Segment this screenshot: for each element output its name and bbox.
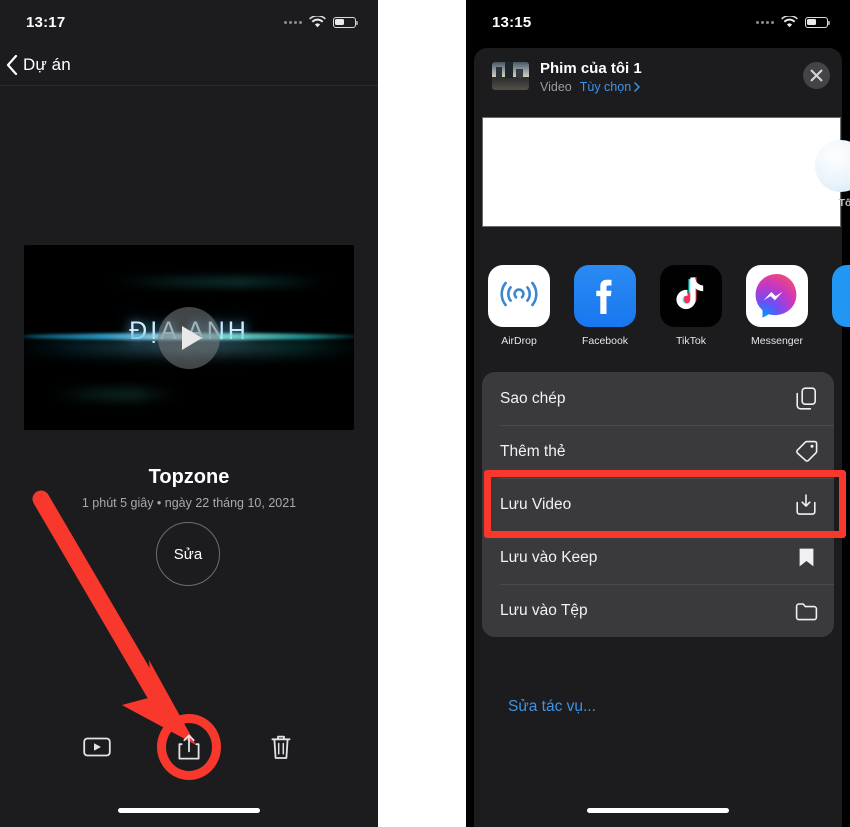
light-streak-bottom — [43, 391, 183, 398]
share-target-label: Facebook — [581, 335, 629, 347]
tag-icon — [794, 440, 818, 464]
tiktok-icon — [660, 265, 722, 327]
battery-icon — [805, 16, 831, 28]
signal-dots-icon — [756, 20, 774, 24]
trash-icon[interactable] — [266, 732, 296, 762]
share-actions-card: Sao chép Thêm thẻ Lưu Video Lưu vào Keep… — [482, 372, 834, 637]
edit-actions-link[interactable]: Sửa tác vụ... — [508, 698, 596, 716]
media-subtitle: 1 phút 5 giây • ngày 22 tháng 10, 2021 — [81, 496, 297, 510]
share-target-messenger[interactable]: Messenger — [746, 265, 808, 347]
action-luu-video[interactable]: Lưu Video — [482, 478, 834, 531]
edit-button[interactable]: Sửa — [156, 522, 220, 586]
wifi-icon — [781, 16, 798, 28]
share-options-label: Tùy chọn — [579, 80, 632, 94]
left-phone-screen: 13:17 Dự án ĐỊA A — [0, 0, 378, 827]
action-label: Sao chép — [500, 389, 566, 407]
status-time: 13:15 — [492, 13, 532, 31]
action-sao-chep[interactable]: Sao chép — [482, 372, 834, 425]
action-label: Thêm thẻ — [500, 442, 566, 460]
play-rect-icon[interactable] — [82, 732, 112, 762]
share-item-type: Video — [540, 80, 572, 94]
share-target-label: Messenger — [751, 335, 803, 347]
action-label: Lưu Video — [500, 495, 572, 513]
back-label: Dự án — [23, 54, 71, 74]
back-button[interactable]: Dự án — [6, 54, 71, 75]
action-label: Lưu vào Keep — [500, 548, 598, 566]
video-preview[interactable]: ĐỊA ANH — [24, 245, 354, 430]
action-luu-vao-tep[interactable]: Lưu vào Tệp — [482, 584, 834, 637]
left-status-bar: 13:17 — [0, 0, 378, 44]
facebook-icon — [574, 265, 636, 327]
status-indicators — [284, 16, 359, 28]
right-phone-screen: 13:15 Phim của tôi 1 Video Tùy chọn Sửa … — [466, 0, 850, 827]
share-target-partial[interactable] — [832, 265, 850, 327]
signal-dots-icon — [284, 20, 302, 24]
share-icon[interactable] — [174, 732, 204, 762]
copy-icon — [794, 387, 818, 411]
action-luu-vao-keep[interactable]: Lưu vào Keep — [482, 531, 834, 584]
chevron-left-icon — [6, 54, 18, 75]
messenger-icon — [746, 265, 808, 327]
avatar — [815, 140, 850, 192]
folder-icon — [794, 599, 818, 623]
airdrop-icon — [488, 265, 550, 327]
share-target-label: TikTok — [676, 335, 706, 347]
share-item-meta: Phim của tôi 1 Video Tùy chọn — [540, 58, 792, 94]
page-title: Topzone — [148, 466, 230, 488]
partial-app-icon — [832, 265, 850, 327]
share-options-link[interactable]: Tùy chọn — [580, 80, 640, 94]
video-thumbnail — [492, 62, 529, 90]
play-triangle — [181, 325, 202, 350]
battery-icon — [333, 16, 359, 28]
status-indicators — [756, 16, 831, 28]
bookmark-icon — [794, 546, 818, 570]
save-download-icon — [794, 493, 818, 517]
share-sheet-header: Phim của tôi 1 Video Tùy chọn — [474, 48, 842, 104]
left-nav-bar: Dự án — [0, 44, 378, 86]
action-them-the[interactable]: Thêm thẻ — [482, 425, 834, 478]
wifi-icon — [309, 16, 326, 28]
home-indicator — [118, 808, 260, 813]
light-streak-top — [103, 279, 335, 285]
share-preview-blank — [482, 117, 841, 227]
contact-suggestion[interactable]: Tô — [815, 140, 850, 209]
share-app-row: AirDrop Facebook TikTok Messenger — [466, 265, 850, 361]
action-label: Lưu vào Tệp — [500, 601, 588, 619]
chevron-right-icon — [634, 82, 640, 92]
share-target-airdrop[interactable]: AirDrop — [488, 265, 550, 347]
share-target-label: AirDrop — [501, 335, 537, 347]
edit-button-label: Sửa — [173, 545, 203, 563]
share-item-name: Phim của tôi 1 — [540, 60, 642, 77]
home-indicator — [587, 808, 729, 813]
close-icon[interactable] — [803, 62, 830, 89]
screenshot-stage: 13:17 Dự án ĐỊA A — [0, 0, 850, 827]
play-icon[interactable] — [158, 306, 220, 369]
share-target-facebook[interactable]: Facebook — [574, 265, 636, 347]
right-status-bar: 13:15 — [466, 0, 850, 44]
share-target-tiktok[interactable]: TikTok — [660, 265, 722, 347]
status-time: 13:17 — [26, 13, 66, 31]
left-bottom-toolbar — [0, 723, 378, 771]
contact-label: Tô — [838, 197, 850, 209]
share-item-subrow: Video Tùy chọn — [540, 80, 792, 94]
